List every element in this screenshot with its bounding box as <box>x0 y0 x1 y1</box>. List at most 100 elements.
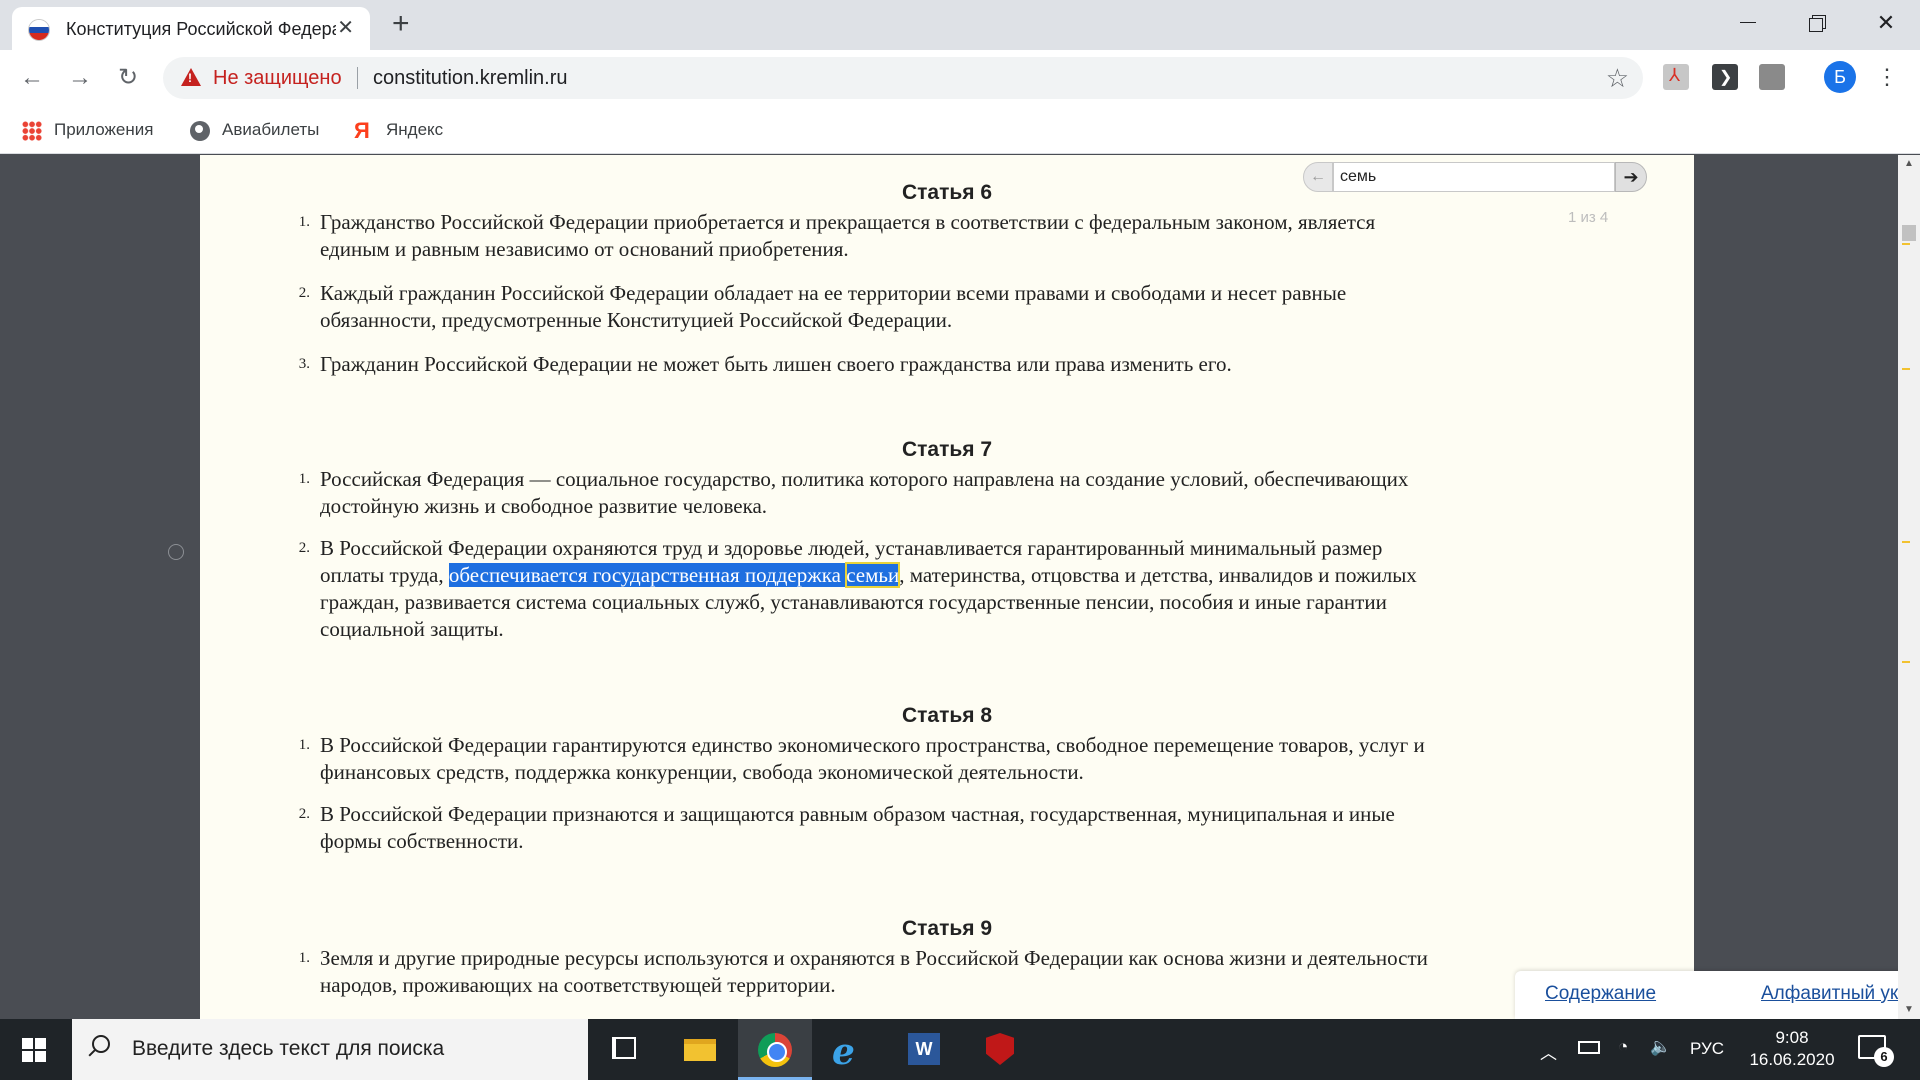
selected-text[interactable]: обеспечивается государственная поддержка <box>448 563 847 587</box>
list-item: 1. Российская Федерация — социальное гос… <box>299 466 1440 520</box>
article-title: Статья 7 <box>901 438 993 461</box>
navigation-links-panel: Содержание Алфавитный указатель <box>1515 971 1920 1019</box>
profile-avatar[interactable]: Б <box>1824 61 1856 93</box>
scroll-up-arrow-icon[interactable]: ▲ <box>1898 155 1920 173</box>
bookmark-yandex[interactable]: Я Яндекс <box>354 116 443 144</box>
russia-flag-icon <box>28 19 50 41</box>
item-number: 2. <box>298 806 310 822</box>
browser-toolbar: ← → ↻ Не защищено constitution.kremlin.r… <box>0 50 1920 106</box>
item-text: Гражданство Российской Федерации приобре… <box>320 210 1376 261</box>
bookmarks-bar: Приложения Авиабилеты Я Яндекс <box>0 106 1920 154</box>
browser-tab[interactable]: Конституция Российской Федерации ✕ <box>12 7 370 50</box>
clock-date: 16.06.2020 <box>1749 1050 1835 1069</box>
task-view-button[interactable] <box>588 1019 662 1080</box>
language-indicator[interactable]: РУС <box>1690 1039 1724 1080</box>
word-icon: W <box>908 1033 940 1065</box>
word-button[interactable]: W <box>886 1019 960 1080</box>
notification-center-icon[interactable]: 6 <box>1858 1035 1894 1067</box>
item-text: Российская Федерация — социальное госуда… <box>320 467 1409 518</box>
internet-explorer-button[interactable]: e <box>812 1019 886 1080</box>
kebab-menu-icon[interactable]: ⋮ <box>1876 61 1898 93</box>
tab-close-icon[interactable]: ✕ <box>337 17 354 39</box>
bookmark-label: Авиабилеты <box>222 120 320 139</box>
item-number: 2. <box>298 285 310 301</box>
item-number: 1. <box>298 737 310 753</box>
list-item: 1. Земля и другие природные ресурсы испо… <box>299 945 1440 999</box>
maximize-button[interactable] <box>1797 8 1837 38</box>
bookmark-label: Приложения <box>54 120 154 139</box>
apps-grid-icon <box>22 120 42 141</box>
chrome-icon <box>758 1033 792 1067</box>
list-item: 3. Гражданин Российской Федерации не мож… <box>299 351 1440 378</box>
warning-icon <box>181 68 201 86</box>
reload-icon[interactable]: ↻ <box>112 62 144 94</box>
item-number: 2. <box>298 540 310 556</box>
clock[interactable]: 9:08 16.06.2020 <box>1742 1027 1842 1071</box>
list-item: 1. Гражданство Российской Федерации прио… <box>299 209 1440 263</box>
vertical-scrollbar[interactable]: ▲ ▼ <box>1898 155 1920 1019</box>
item-text: Гражданин Российской Федерации не может … <box>320 352 1232 376</box>
url-separator <box>357 67 358 89</box>
task-view-icon <box>612 1037 636 1059</box>
contents-link[interactable]: Содержание <box>1545 983 1656 1005</box>
find-match-count: 1 из 4 <box>1568 209 1609 226</box>
new-tab-button[interactable]: + <box>392 9 410 39</box>
page-viewport: Статья 6 1. Гражданство Российской Федер… <box>0 155 1920 1019</box>
minimize-button[interactable] <box>1728 8 1768 38</box>
search-icon <box>92 1035 110 1053</box>
close-window-button[interactable]: ✕ <box>1866 8 1906 38</box>
item-number: 3. <box>298 356 310 372</box>
extension-gray-icon[interactable] <box>1759 64 1785 90</box>
article-title: Статья 9 <box>901 917 993 940</box>
list-item: 2. Каждый гражданин Российской Федерации… <box>299 280 1440 334</box>
scroll-down-arrow-icon[interactable]: ▼ <box>1898 1001 1920 1019</box>
chrome-taskbar-button[interactable] <box>738 1019 812 1080</box>
find-match-marker <box>1902 541 1910 543</box>
windows-start-icon[interactable] <box>22 1038 46 1062</box>
bookmark-apps[interactable]: Приложения <box>22 116 153 144</box>
mcafee-button[interactable] <box>962 1019 1036 1080</box>
taskbar-search-box[interactable]: Введите здесь текст для поиска <box>72 1019 588 1080</box>
item-text: Каждый гражданин Российской Федерации об… <box>320 281 1347 332</box>
url-text[interactable]: constitution.kremlin.ru <box>373 67 568 90</box>
bookmark-aviabilety[interactable]: Авиабилеты <box>190 116 319 144</box>
find-match-marker <box>1902 243 1910 245</box>
find-bar: ← ➔ <box>1303 162 1647 192</box>
item-number: 1. <box>298 471 310 487</box>
bookmark-star-icon[interactable]: ☆ <box>1606 63 1629 94</box>
not-secure-label[interactable]: Не защищено <box>213 67 342 90</box>
tab-strip: Конституция Российской Федерации ✕ + ✕ <box>0 0 1920 50</box>
folder-icon <box>684 1039 716 1061</box>
find-previous-arrow-icon[interactable]: ← <box>1303 162 1333 192</box>
find-next-arrow-icon[interactable]: ➔ <box>1615 162 1647 192</box>
find-match-marker <box>1902 661 1910 663</box>
taskbar-search-placeholder: Введите здесь текст для поиска <box>132 1037 445 1060</box>
notification-count-badge: 6 <box>1874 1047 1894 1067</box>
find-match-highlight[interactable]: семьи <box>845 562 901 588</box>
document-page: Статья 6 1. Гражданство Российской Федер… <box>200 155 1920 1019</box>
volume-icon[interactable]: 🔈 <box>1650 1037 1671 1080</box>
bookmark-label: Яндекс <box>386 120 444 139</box>
find-input[interactable] <box>1333 162 1615 192</box>
forward-arrow-icon[interactable]: → <box>64 62 96 94</box>
radio-circle[interactable] <box>168 544 184 560</box>
pdf-extension-icon[interactable] <box>1663 64 1689 90</box>
list-item: 1. В Российской Федерации гарантируются … <box>299 732 1440 786</box>
item-number: 1. <box>298 950 310 966</box>
article-title: Статья 8 <box>901 704 993 727</box>
wifi-icon[interactable]: ◔ <box>1618 1037 1628 1080</box>
item-text: Земля и другие природные ресурсы использ… <box>320 946 1428 997</box>
battery-icon[interactable] <box>1578 1041 1600 1054</box>
item-text: В Российской Федерации гарантируются еди… <box>320 733 1425 784</box>
file-explorer-button[interactable] <box>662 1019 736 1080</box>
back-arrow-icon[interactable]: ← <box>16 62 48 94</box>
windows-taskbar: Введите здесь текст для поиска e W ︿ ◔ 🔈… <box>0 1019 1920 1080</box>
item-text: В Российской Федерации признаются и защи… <box>320 802 1395 853</box>
list-item: 2. В Российской Федерации охраняются тру… <box>299 535 1440 643</box>
find-match-marker <box>1902 368 1910 370</box>
extension-icon[interactable] <box>1712 64 1738 90</box>
address-bar[interactable]: Не защищено constitution.kremlin.ru ☆ <box>163 57 1643 99</box>
alphabetical-index-link[interactable]: Алфавитный указатель <box>1761 983 1920 1005</box>
scroll-thumb[interactable] <box>1902 225 1916 241</box>
chevron-up-icon[interactable]: ︿ <box>1540 1039 1557 1080</box>
